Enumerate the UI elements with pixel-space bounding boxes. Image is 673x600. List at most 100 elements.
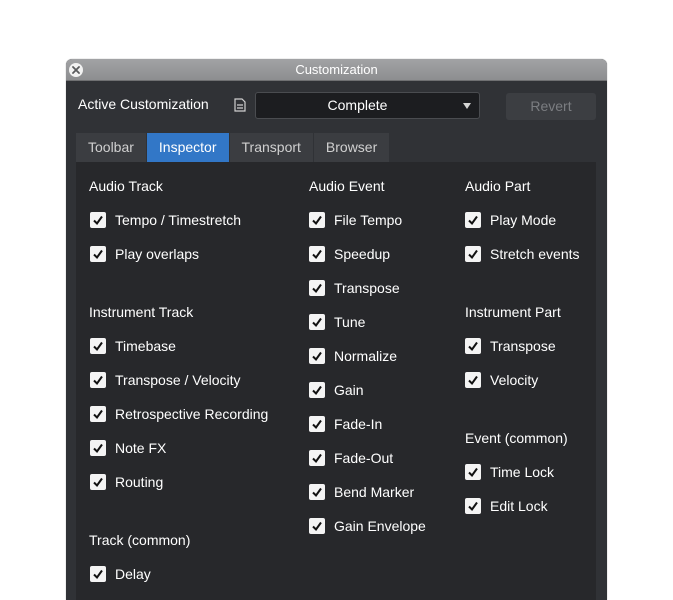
option-label: Play Mode <box>490 212 557 228</box>
option-label: Gain <box>334 382 364 398</box>
checkmark-icon <box>93 477 103 488</box>
checkmark-icon <box>468 501 478 512</box>
checkbox[interactable] <box>90 212 106 228</box>
option-time-lock[interactable]: Time Lock <box>465 463 554 481</box>
checkbox[interactable] <box>90 338 106 354</box>
revert-button[interactable]: Revert <box>506 93 596 120</box>
checkmark-icon <box>312 453 322 464</box>
section-title-audio-event: Audio Event <box>309 178 385 194</box>
option-label: Retrospective Recording <box>115 406 269 422</box>
option-tune[interactable]: Tune <box>309 313 365 331</box>
checkmark-icon <box>312 351 322 362</box>
customization-select[interactable]: Complete <box>255 92 480 119</box>
checkbox[interactable] <box>309 280 325 296</box>
checkmark-icon <box>93 215 103 226</box>
checkbox[interactable] <box>90 566 106 582</box>
checkbox[interactable] <box>465 212 481 228</box>
checkmark-icon <box>312 385 322 396</box>
option-routing[interactable]: Routing <box>90 473 163 491</box>
checkbox[interactable] <box>309 212 325 228</box>
option-retrospective-recording[interactable]: Retrospective Recording <box>90 405 268 423</box>
option-play-mode[interactable]: Play Mode <box>465 211 556 229</box>
tab-transport[interactable]: Transport <box>229 133 313 162</box>
option-label: Stretch events <box>490 246 580 262</box>
option-fade-in[interactable]: Fade-In <box>309 415 382 433</box>
checkmark-icon <box>93 443 103 454</box>
tab-browser[interactable]: Browser <box>313 133 390 162</box>
checkbox[interactable] <box>465 246 481 262</box>
option-label: Tune <box>334 314 366 330</box>
checkbox[interactable] <box>90 372 106 388</box>
checkbox[interactable] <box>309 416 325 432</box>
option-label: Bend Marker <box>334 484 415 500</box>
option-gain[interactable]: Gain <box>309 381 364 399</box>
option-label: Normalize <box>334 348 398 364</box>
tab-toolbar[interactable]: Toolbar <box>76 133 146 162</box>
option-file-tempo[interactable]: File Tempo <box>309 211 402 229</box>
option-transpose-velocity[interactable]: Transpose / Velocity <box>90 371 241 389</box>
option-label: Delay <box>115 566 151 582</box>
checkbox[interactable] <box>90 246 106 262</box>
close-button[interactable] <box>69 63 83 77</box>
checkmark-icon <box>312 521 322 532</box>
checkmark-icon <box>312 487 322 498</box>
option-delay[interactable]: Delay <box>90 565 151 583</box>
option-label: Fade-In <box>334 416 383 432</box>
checkbox[interactable] <box>465 338 481 354</box>
section-title-track-common: Track (common) <box>89 532 191 548</box>
section-title-instrument-part: Instrument Part <box>465 304 561 320</box>
option-label: Velocity <box>490 372 539 388</box>
option-velocity[interactable]: Velocity <box>465 371 538 389</box>
checkbox[interactable] <box>309 450 325 466</box>
option-stretch-events[interactable]: Stretch events <box>465 245 580 263</box>
option-gain-envelope[interactable]: Gain Envelope <box>309 517 426 535</box>
option-speedup[interactable]: Speedup <box>309 245 390 263</box>
option-label: Routing <box>115 474 164 490</box>
checkbox[interactable] <box>309 382 325 398</box>
checkmark-icon <box>93 409 103 420</box>
option-label: Timebase <box>115 338 176 354</box>
option-play-overlaps[interactable]: Play overlaps <box>90 245 199 263</box>
checkmark-icon <box>312 419 322 430</box>
option-label: Gain Envelope <box>334 518 426 534</box>
customization-select-value: Complete <box>327 97 388 113</box>
option-label: Speedup <box>334 246 391 262</box>
checkbox[interactable] <box>465 498 481 514</box>
option-label: Transpose <box>490 338 556 354</box>
checkbox[interactable] <box>90 406 106 422</box>
checkmark-icon <box>468 341 478 352</box>
checkbox[interactable] <box>309 314 325 330</box>
tab-inspector[interactable]: Inspector <box>146 133 229 162</box>
checkbox[interactable] <box>465 464 481 480</box>
option-note-fx[interactable]: Note FX <box>90 439 166 457</box>
option-label: Play overlaps <box>115 246 200 262</box>
checkbox[interactable] <box>309 518 325 534</box>
checkbox[interactable] <box>465 372 481 388</box>
window-title: Customization <box>295 62 378 77</box>
option-label: Tempo / Timestretch <box>115 212 242 228</box>
option-tempo-timestretch[interactable]: Tempo / Timestretch <box>90 211 241 229</box>
checkbox[interactable] <box>309 246 325 262</box>
section-title-event-common: Event (common) <box>465 430 568 446</box>
checkmark-icon <box>93 569 103 580</box>
checkbox[interactable] <box>90 440 106 456</box>
option-bend-marker[interactable]: Bend Marker <box>309 483 414 501</box>
checkmark-icon <box>468 375 478 386</box>
option-fade-out[interactable]: Fade-Out <box>309 449 393 467</box>
option-transpose[interactable]: Transpose <box>309 279 400 297</box>
option-edit-lock[interactable]: Edit Lock <box>465 497 548 515</box>
option-normalize[interactable]: Normalize <box>309 347 397 365</box>
checkbox[interactable] <box>309 484 325 500</box>
option-label: Transpose / Velocity <box>115 372 241 388</box>
document-icon[interactable] <box>234 98 246 112</box>
checkmark-icon <box>312 215 322 226</box>
option-timebase[interactable]: Timebase <box>90 337 176 355</box>
checkmark-icon <box>93 249 103 260</box>
checkbox[interactable] <box>309 348 325 364</box>
checkbox[interactable] <box>90 474 106 490</box>
title-bar: Customization <box>66 59 607 81</box>
option-part-transpose[interactable]: Transpose <box>465 337 556 355</box>
option-label: File Tempo <box>334 212 403 228</box>
caret-down-icon <box>463 103 471 109</box>
customization-window: Customization Active Customization Compl… <box>66 59 607 600</box>
